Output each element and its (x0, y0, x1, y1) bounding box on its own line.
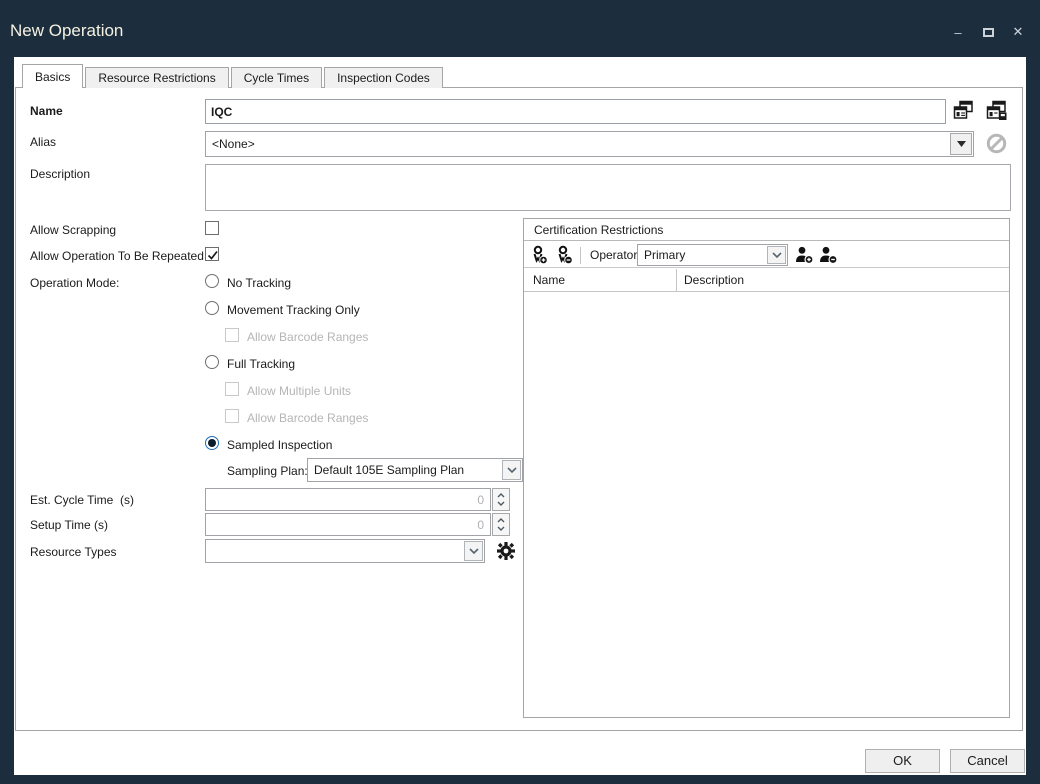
copy-localized-name-icon[interactable] (953, 100, 974, 121)
sampling-plan-dropdown-button[interactable] (502, 460, 521, 480)
chevron-down-icon (772, 252, 782, 258)
est-cycle-time-spinner[interactable] (492, 488, 510, 511)
operator-value: Primary (644, 248, 685, 262)
sampling-plan-combobox[interactable]: Default 105E Sampling Plan (307, 458, 523, 482)
tab-basics[interactable]: Basics (22, 64, 83, 88)
est-cycle-time-label: Est. Cycle Time (s) (30, 493, 134, 508)
column-header-name[interactable]: Name (533, 269, 565, 292)
full-allow-multiple-units-checkbox (225, 382, 239, 396)
certification-toolbar: Operator Primary (524, 242, 1009, 268)
allow-repeat-label: Allow Operation To Be Repeated (30, 249, 204, 264)
radio-full-tracking-label[interactable]: Full Tracking (227, 357, 295, 372)
operator-label: Operator (590, 248, 637, 263)
tab-cycle-times[interactable]: Cycle Times (231, 67, 322, 88)
est-cycle-time-input[interactable]: 0 (205, 488, 491, 511)
add-operator-button[interactable] (794, 246, 815, 267)
column-header-description[interactable]: Description (684, 269, 744, 292)
toolbar-separator (580, 247, 581, 264)
chevron-down-icon (469, 548, 479, 554)
certification-grid-body[interactable] (524, 293, 1009, 717)
est-cycle-time-value: 0 (477, 493, 484, 507)
allow-scrapping-checkbox[interactable] (205, 221, 219, 235)
operation-mode-label: Operation Mode: (30, 276, 119, 291)
movement-allow-barcode-checkbox (225, 328, 239, 342)
setup-time-spinner[interactable] (492, 513, 510, 536)
window-title: New Operation (10, 21, 123, 41)
resource-types-label: Resource Types (30, 545, 117, 560)
setup-time-input[interactable]: 0 (205, 513, 491, 536)
resource-types-dropdown-button[interactable] (464, 541, 483, 561)
spinner-down-icon (497, 526, 505, 531)
add-certification-button[interactable] (530, 245, 551, 266)
radio-movement-tracking[interactable] (205, 301, 219, 315)
setup-time-label: Setup Time (s) (30, 518, 108, 533)
radio-no-tracking[interactable] (205, 274, 219, 288)
window-copy-glyph (953, 100, 974, 121)
spinner-up-icon (497, 518, 505, 523)
alias-dropdown-button[interactable] (950, 133, 972, 155)
full-allow-barcode-checkbox (225, 409, 239, 423)
radio-sampled-inspection[interactable] (205, 436, 219, 450)
radio-full-tracking[interactable] (205, 355, 219, 369)
sampling-plan-label: Sampling Plan: (227, 464, 308, 479)
ok-button[interactable]: OK (865, 749, 940, 773)
name-label: Name (30, 104, 63, 119)
radio-sampled-inspection-label[interactable]: Sampled Inspection (227, 438, 332, 453)
tab-resource-restrictions[interactable]: Resource Restrictions (85, 67, 228, 88)
spinner-down-icon (497, 501, 505, 506)
description-textarea[interactable] (205, 164, 1011, 211)
alias-value: <None> (212, 137, 255, 151)
titlebar: New Operation – ✕ (0, 0, 1040, 57)
remove-certification-button[interactable] (555, 245, 576, 266)
copy-localized-name-save-icon[interactable] (986, 100, 1007, 121)
gear-icon (495, 540, 517, 562)
full-allow-barcode-label: Allow Barcode Ranges (247, 411, 368, 426)
certificate-add-icon (530, 245, 549, 265)
no-entry-glyph (986, 133, 1007, 154)
tab-page-basics: Name (15, 87, 1023, 731)
chevron-down-icon (507, 467, 517, 473)
allow-repeat-checkbox[interactable] (205, 247, 219, 261)
remove-operator-button[interactable] (818, 246, 839, 267)
full-allow-multiple-units-label: Allow Multiple Units (247, 384, 351, 399)
certification-restrictions-title: Certification Restrictions (524, 219, 1009, 241)
tab-inspection-codes[interactable]: Inspection Codes (324, 67, 443, 88)
minimize-icon[interactable]: – (950, 25, 966, 40)
operator-dropdown-button[interactable] (767, 246, 786, 264)
resource-types-settings-button[interactable] (495, 540, 516, 561)
operator-combobox[interactable]: Primary (637, 244, 788, 266)
maximize-icon[interactable] (980, 25, 996, 40)
name-input[interactable] (205, 99, 946, 124)
window-controls: – ✕ (950, 24, 1026, 40)
dropdown-triangle-icon (957, 141, 966, 147)
radio-movement-tracking-label[interactable]: Movement Tracking Only (227, 303, 360, 318)
alias-combobox[interactable]: <None> (205, 131, 974, 157)
setup-time-value: 0 (477, 518, 484, 532)
alias-label: Alias (30, 135, 56, 150)
column-divider[interactable] (676, 269, 677, 291)
tab-strip: Basics Resource Restrictions Cycle Times… (22, 64, 445, 88)
movement-allow-barcode-label: Allow Barcode Ranges (247, 330, 368, 345)
certificate-remove-icon (555, 245, 574, 265)
alias-disabled-icon (986, 133, 1007, 154)
certification-restrictions-panel: Certification Restrictions (523, 218, 1010, 718)
resource-types-combobox[interactable] (205, 539, 485, 563)
description-label: Description (30, 167, 90, 182)
dialog-content: Basics Resource Restrictions Cycle Times… (14, 57, 1026, 775)
radio-no-tracking-label[interactable]: No Tracking (227, 276, 291, 291)
checkmark-icon (206, 248, 220, 262)
maximize-box (983, 28, 994, 37)
person-remove-icon (818, 246, 838, 264)
cancel-button[interactable]: Cancel (950, 749, 1025, 773)
spinner-up-icon (497, 493, 505, 498)
new-operation-dialog: New Operation – ✕ Basics Resource Restri… (0, 0, 1040, 784)
allow-scrapping-label: Allow Scrapping (30, 223, 116, 238)
close-icon[interactable]: ✕ (1010, 24, 1026, 40)
window-copy-save-glyph (986, 100, 1007, 121)
person-add-icon (794, 246, 814, 264)
certification-grid-header: Name Description (524, 269, 1009, 292)
sampling-plan-value: Default 105E Sampling Plan (314, 463, 464, 477)
